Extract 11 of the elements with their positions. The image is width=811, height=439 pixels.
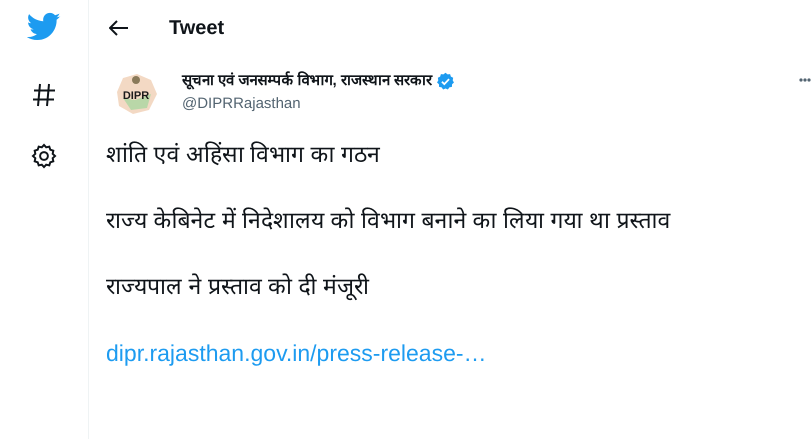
settings-icon[interactable] <box>31 143 57 169</box>
tweet-text: राज्य केबिनेट में निदेशालय को विभाग बनाने का लिया गया था प्रस्ताव <box>106 206 672 235</box>
page-title: Tweet <box>169 16 224 41</box>
bird-logo-icon[interactable] <box>27 12 61 42</box>
author-name[interactable]: सूचना एवं जनसम्पर्क विभाग, राजस्थान सरकार <box>182 70 432 92</box>
tweet-text: शांति एवं अहिंसा विभाग का गठन <box>106 140 382 169</box>
tweet-text: राज्यपाल ने प्रस्ताव को दी मंजूरी <box>106 272 370 302</box>
author-handle[interactable]: @DIPRRajasthan <box>182 92 456 115</box>
hashtag-icon[interactable] <box>32 82 56 108</box>
more-icon[interactable] <box>799 78 811 82</box>
back-arrow-icon[interactable] <box>109 20 129 36</box>
